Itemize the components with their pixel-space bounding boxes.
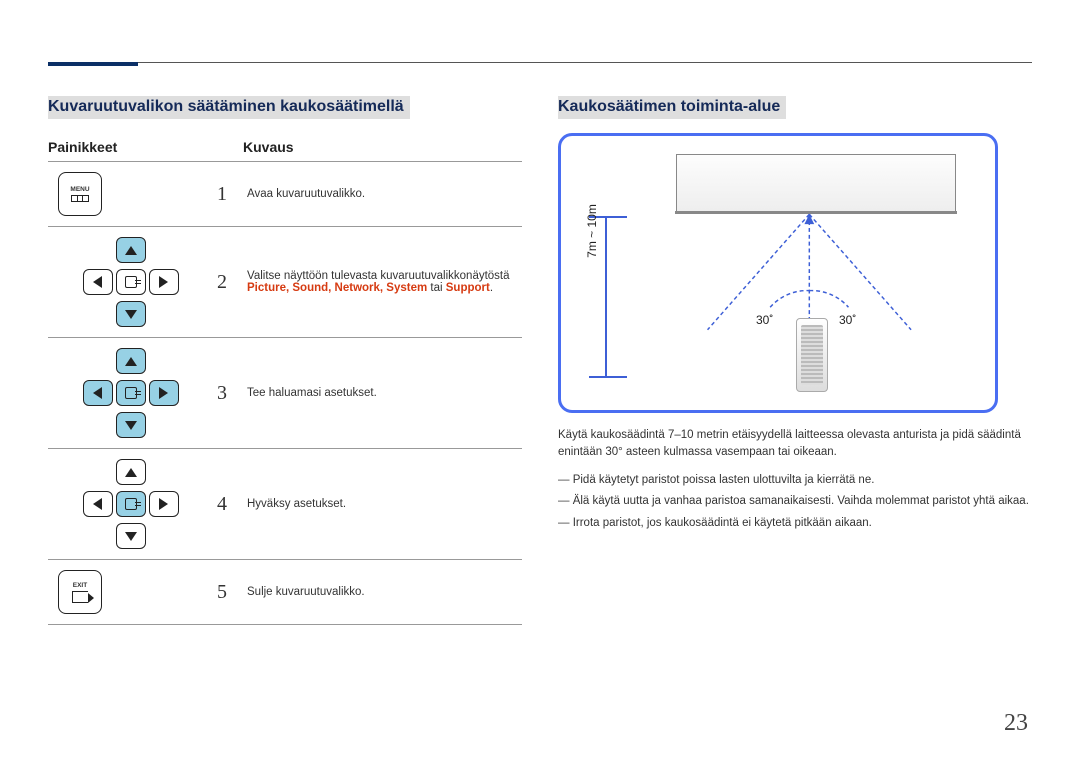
row-desc: Sulje kuvaruutuvalikko. bbox=[243, 560, 522, 625]
header-rule bbox=[48, 62, 1032, 63]
note-row: Pidä käytetyt paristot poissa lasten ulo… bbox=[558, 470, 1032, 492]
left-section-title: Kuvaruutuvalikon säätäminen kaukosäätime… bbox=[48, 96, 410, 119]
menu-button-icon: MENU bbox=[58, 172, 102, 216]
header-accent bbox=[48, 62, 138, 66]
col-header-buttons: Painikkeet bbox=[48, 133, 213, 162]
exit-button-icon: EXIT bbox=[58, 570, 102, 614]
buttons-table: Painikkeet Kuvaus MENU 1 Avaa kuvaruutuv… bbox=[48, 133, 522, 625]
row-desc: Valitse näyttöön tulevasta kuvaruutuvali… bbox=[243, 227, 522, 338]
right-section-title: Kaukosäätimen toiminta-alue bbox=[558, 96, 786, 119]
col-header-spacer bbox=[213, 133, 243, 162]
range-diagram: 7m ~ 10m 30˚ 30˚ bbox=[558, 133, 998, 413]
angle-left-label: 30˚ bbox=[756, 313, 773, 327]
table-row: EXIT 5 Sulje kuvaruutuvalikko. bbox=[48, 560, 522, 625]
right-column: Kaukosäätimen toiminta-alue 7m ~ 10m 30˚… bbox=[558, 96, 1032, 625]
row-desc: Hyväksy asetukset. bbox=[243, 449, 522, 560]
row-number: 5 bbox=[213, 560, 243, 625]
dpad-center-icon bbox=[81, 459, 181, 549]
menu-icon-label: MENU bbox=[70, 186, 89, 193]
table-row: MENU 1 Avaa kuvaruutuvalikko. bbox=[48, 162, 522, 227]
row-desc: Avaa kuvaruutuvalikko. bbox=[243, 162, 522, 227]
table-row: 4 Hyväksy asetukset. bbox=[48, 449, 522, 560]
row-number: 2 bbox=[213, 227, 243, 338]
table-row: 2 Valitse näyttöön tulevasta kuvaruutuva… bbox=[48, 227, 522, 338]
left-column: Kuvaruutuvalikon säätäminen kaukosäätime… bbox=[48, 96, 522, 625]
angle-right-label: 30˚ bbox=[839, 313, 856, 327]
table-row: 3 Tee haluamasi asetukset. bbox=[48, 338, 522, 449]
note-row: Älä käytä uutta ja vanhaa paristoa saman… bbox=[558, 491, 1032, 513]
distance-bar-icon bbox=[605, 216, 607, 378]
dpad-updown-icon bbox=[81, 237, 181, 327]
range-paragraph: Käytä kaukosäädintä 7–10 metrin etäisyyd… bbox=[558, 427, 1032, 462]
col-header-desc: Kuvaus bbox=[243, 133, 522, 162]
row-number: 1 bbox=[213, 162, 243, 227]
page-content: Kuvaruutuvalikon säätäminen kaukosäätime… bbox=[48, 96, 1032, 625]
page-number: 23 bbox=[1004, 710, 1028, 737]
note-row: Irrota paristot, jos kaukosäädintä ei kä… bbox=[558, 513, 1032, 535]
row-desc: Tee haluamasi asetukset. bbox=[243, 338, 522, 449]
remote-icon bbox=[796, 318, 828, 392]
exit-icon-label: EXIT bbox=[73, 582, 87, 589]
signal-lines-icon bbox=[561, 136, 995, 410]
distance-label: 7m ~ 10m bbox=[585, 186, 599, 276]
row-number: 4 bbox=[213, 449, 243, 560]
row-number: 3 bbox=[213, 338, 243, 449]
dpad-full-icon bbox=[81, 348, 181, 438]
